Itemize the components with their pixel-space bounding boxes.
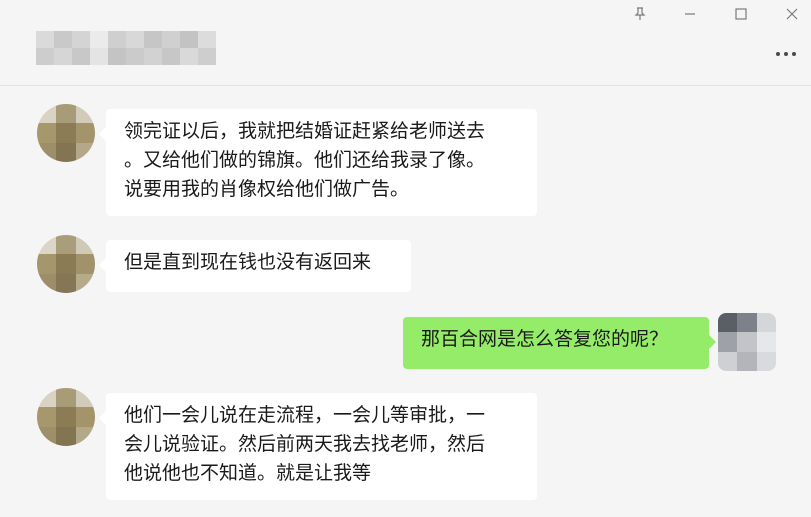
maximize-button[interactable]	[727, 2, 755, 26]
self-avatar[interactable]	[718, 313, 776, 371]
close-icon	[786, 8, 798, 20]
minimize-button[interactable]	[676, 2, 704, 26]
more-options-button[interactable]	[769, 42, 803, 66]
message-bubble[interactable]: 那百合网是怎么答复您的呢？	[403, 317, 716, 369]
message-bubble[interactable]: 但是直到现在钱也没有返回来	[99, 240, 411, 292]
chat-header	[0, 0, 811, 86]
message-text-line: 会儿说验证。然后前两天我去找老师，然后	[124, 433, 486, 455]
message-text-line: 他说他也不知道。就是让我等	[124, 462, 372, 484]
maximize-icon	[735, 8, 747, 20]
message-bubble[interactable]: 他们一会儿说在走流程，一会儿等审批，一 会儿说验证。然后前两天我去找老师，然后 …	[99, 393, 537, 500]
message-bubble[interactable]: 领完证以后，我就把结婚证赶紧给老师送去 。又给他们做的锦旗。他们还给我录了像。 …	[99, 109, 537, 216]
chat-window: 领完证以后，我就把结婚证赶紧给老师送去 。又给他们做的锦旗。他们还给我录了像。 …	[0, 0, 811, 517]
more-icon	[776, 52, 780, 56]
close-button[interactable]	[778, 2, 806, 26]
message-text-line: 他们一会儿说在走流程，一会儿等审批，一	[124, 404, 486, 426]
message-text-line: 说要用我的肖像权给他们做广告。	[124, 178, 410, 200]
contact-avatar[interactable]	[37, 235, 95, 293]
message-text-line: 。又给他们做的锦旗。他们还给我录了像。	[124, 149, 486, 171]
minimize-icon	[685, 13, 695, 15]
pin-icon	[634, 7, 646, 20]
contact-name-pixelated	[36, 31, 216, 65]
message-text-line: 但是直到现在钱也没有返回来	[124, 251, 372, 273]
pin-button[interactable]	[626, 2, 654, 26]
message-text-line: 那百合网是怎么答复您的呢？	[421, 328, 669, 350]
contact-avatar[interactable]	[37, 104, 95, 162]
contact-avatar[interactable]	[37, 388, 95, 446]
message-text-line: 领完证以后，我就把结婚证赶紧给老师送去	[124, 120, 486, 142]
